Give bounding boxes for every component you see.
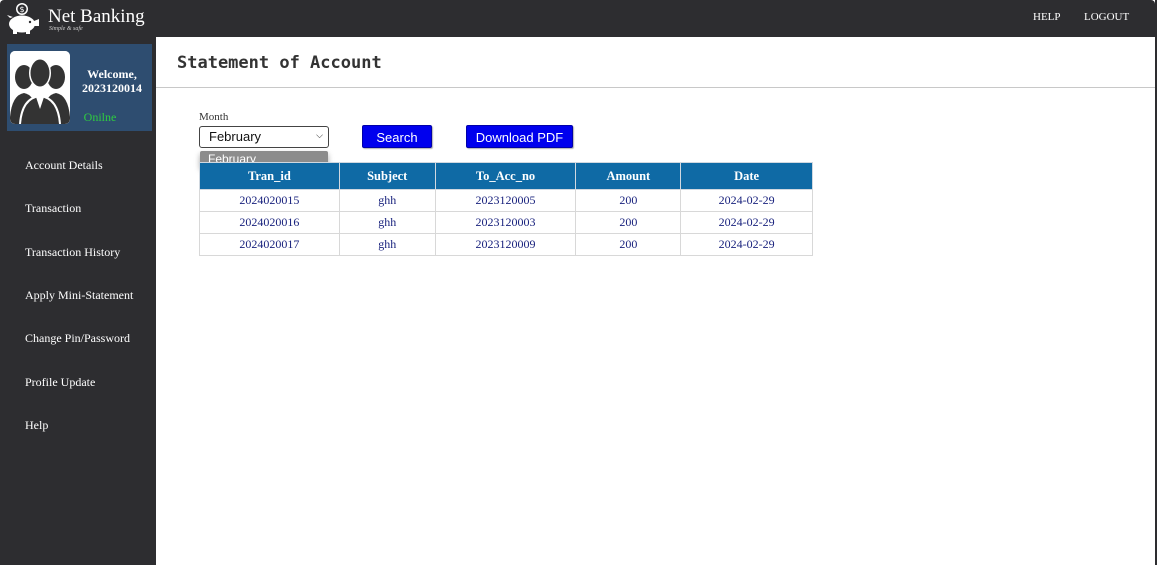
- sidebar-item-apply-mini-statement[interactable]: Apply Mini-Statement: [25, 288, 133, 303]
- cell-tran-id: 2024020015: [199, 189, 340, 212]
- sidebar-item-help[interactable]: Help: [25, 418, 48, 433]
- help-link[interactable]: HELP: [1033, 11, 1061, 23]
- sidebar-item-transaction-history[interactable]: Transaction History: [25, 245, 120, 260]
- piggy-bank-icon: $: [7, 3, 39, 34]
- month-select-value: February: [209, 129, 262, 144]
- col-header-amount: Amount: [575, 162, 682, 190]
- chevron-down-icon: ⌵: [316, 130, 323, 140]
- page-title: Statement of Account: [177, 53, 382, 73]
- sidebar-item-profile-update[interactable]: Profile Update: [25, 375, 95, 390]
- svg-text:$: $: [19, 5, 24, 14]
- cell-subject: ghh: [338, 233, 436, 256]
- cell-amount: 200: [575, 211, 682, 234]
- cell-tran-id: 2024020016: [199, 211, 340, 234]
- cell-date: 2024-02-29: [680, 211, 813, 234]
- cell-to-acc-no: 2023120003: [434, 211, 577, 234]
- cell-date: 2024-02-29: [680, 233, 813, 256]
- table-header-row: Tran_id Subject To_Acc_no Amount Date: [199, 162, 813, 190]
- user-group-icon: [10, 51, 70, 124]
- brand-tagline: Simple & safe: [49, 26, 83, 32]
- col-header-date: Date: [680, 162, 813, 190]
- download-pdf-button[interactable]: Download PDF: [466, 125, 573, 148]
- avatar: [10, 51, 70, 124]
- cell-subject: ghh: [338, 211, 436, 234]
- table-row: 2024020017 ghh 2023120009 200 2024-02-29: [199, 233, 813, 256]
- sidebar-item-change-pin-password[interactable]: Change Pin/Password: [25, 331, 130, 346]
- profile-card: Welcome, 2023120014 Onilne: [7, 44, 152, 131]
- statement-table: Tran_id Subject To_Acc_no Amount Date 20…: [199, 162, 813, 256]
- cell-amount: 200: [575, 233, 682, 256]
- top-navbar: $ Net Banking Simple & safe HELP LOGOUT: [0, 0, 1155, 37]
- col-header-tran-id: Tran_id: [199, 162, 340, 190]
- cell-to-acc-no: 2023120005: [434, 189, 577, 212]
- user-id: 2023120014: [82, 81, 142, 95]
- month-select[interactable]: February ⌵: [199, 126, 329, 148]
- sidebar-item-transaction[interactable]: Transaction: [25, 201, 81, 216]
- title-divider: [156, 87, 1155, 88]
- table-row: 2024020016 ghh 2023120003 200 2024-02-29: [199, 211, 813, 234]
- welcome-label: Welcome,: [87, 67, 137, 81]
- cell-subject: ghh: [338, 189, 436, 212]
- main-content: Statement of Account Month February ⌵ Fe…: [156, 37, 1155, 565]
- cell-to-acc-no: 2023120009: [434, 233, 577, 256]
- sidebar-item-account-details[interactable]: Account Details: [25, 158, 103, 173]
- col-header-subject: Subject: [338, 162, 436, 190]
- col-header-to-acc-no: To_Acc_no: [434, 162, 577, 190]
- cell-tran-id: 2024020017: [199, 233, 340, 256]
- cell-amount: 200: [575, 189, 682, 212]
- search-button[interactable]: Search: [362, 125, 432, 148]
- welcome-text: Welcome, 2023120014: [75, 67, 149, 95]
- month-label: Month: [199, 111, 229, 123]
- online-status: Onilne: [83, 110, 117, 124]
- cell-date: 2024-02-29: [680, 189, 813, 212]
- sidebar: Welcome, 2023120014 Onilne Account Detai…: [0, 37, 156, 565]
- table-row: 2024020015 ghh 2023120005 200 2024-02-29: [199, 189, 813, 212]
- brand-name: Net Banking: [48, 6, 145, 27]
- logout-link[interactable]: LOGOUT: [1084, 11, 1129, 23]
